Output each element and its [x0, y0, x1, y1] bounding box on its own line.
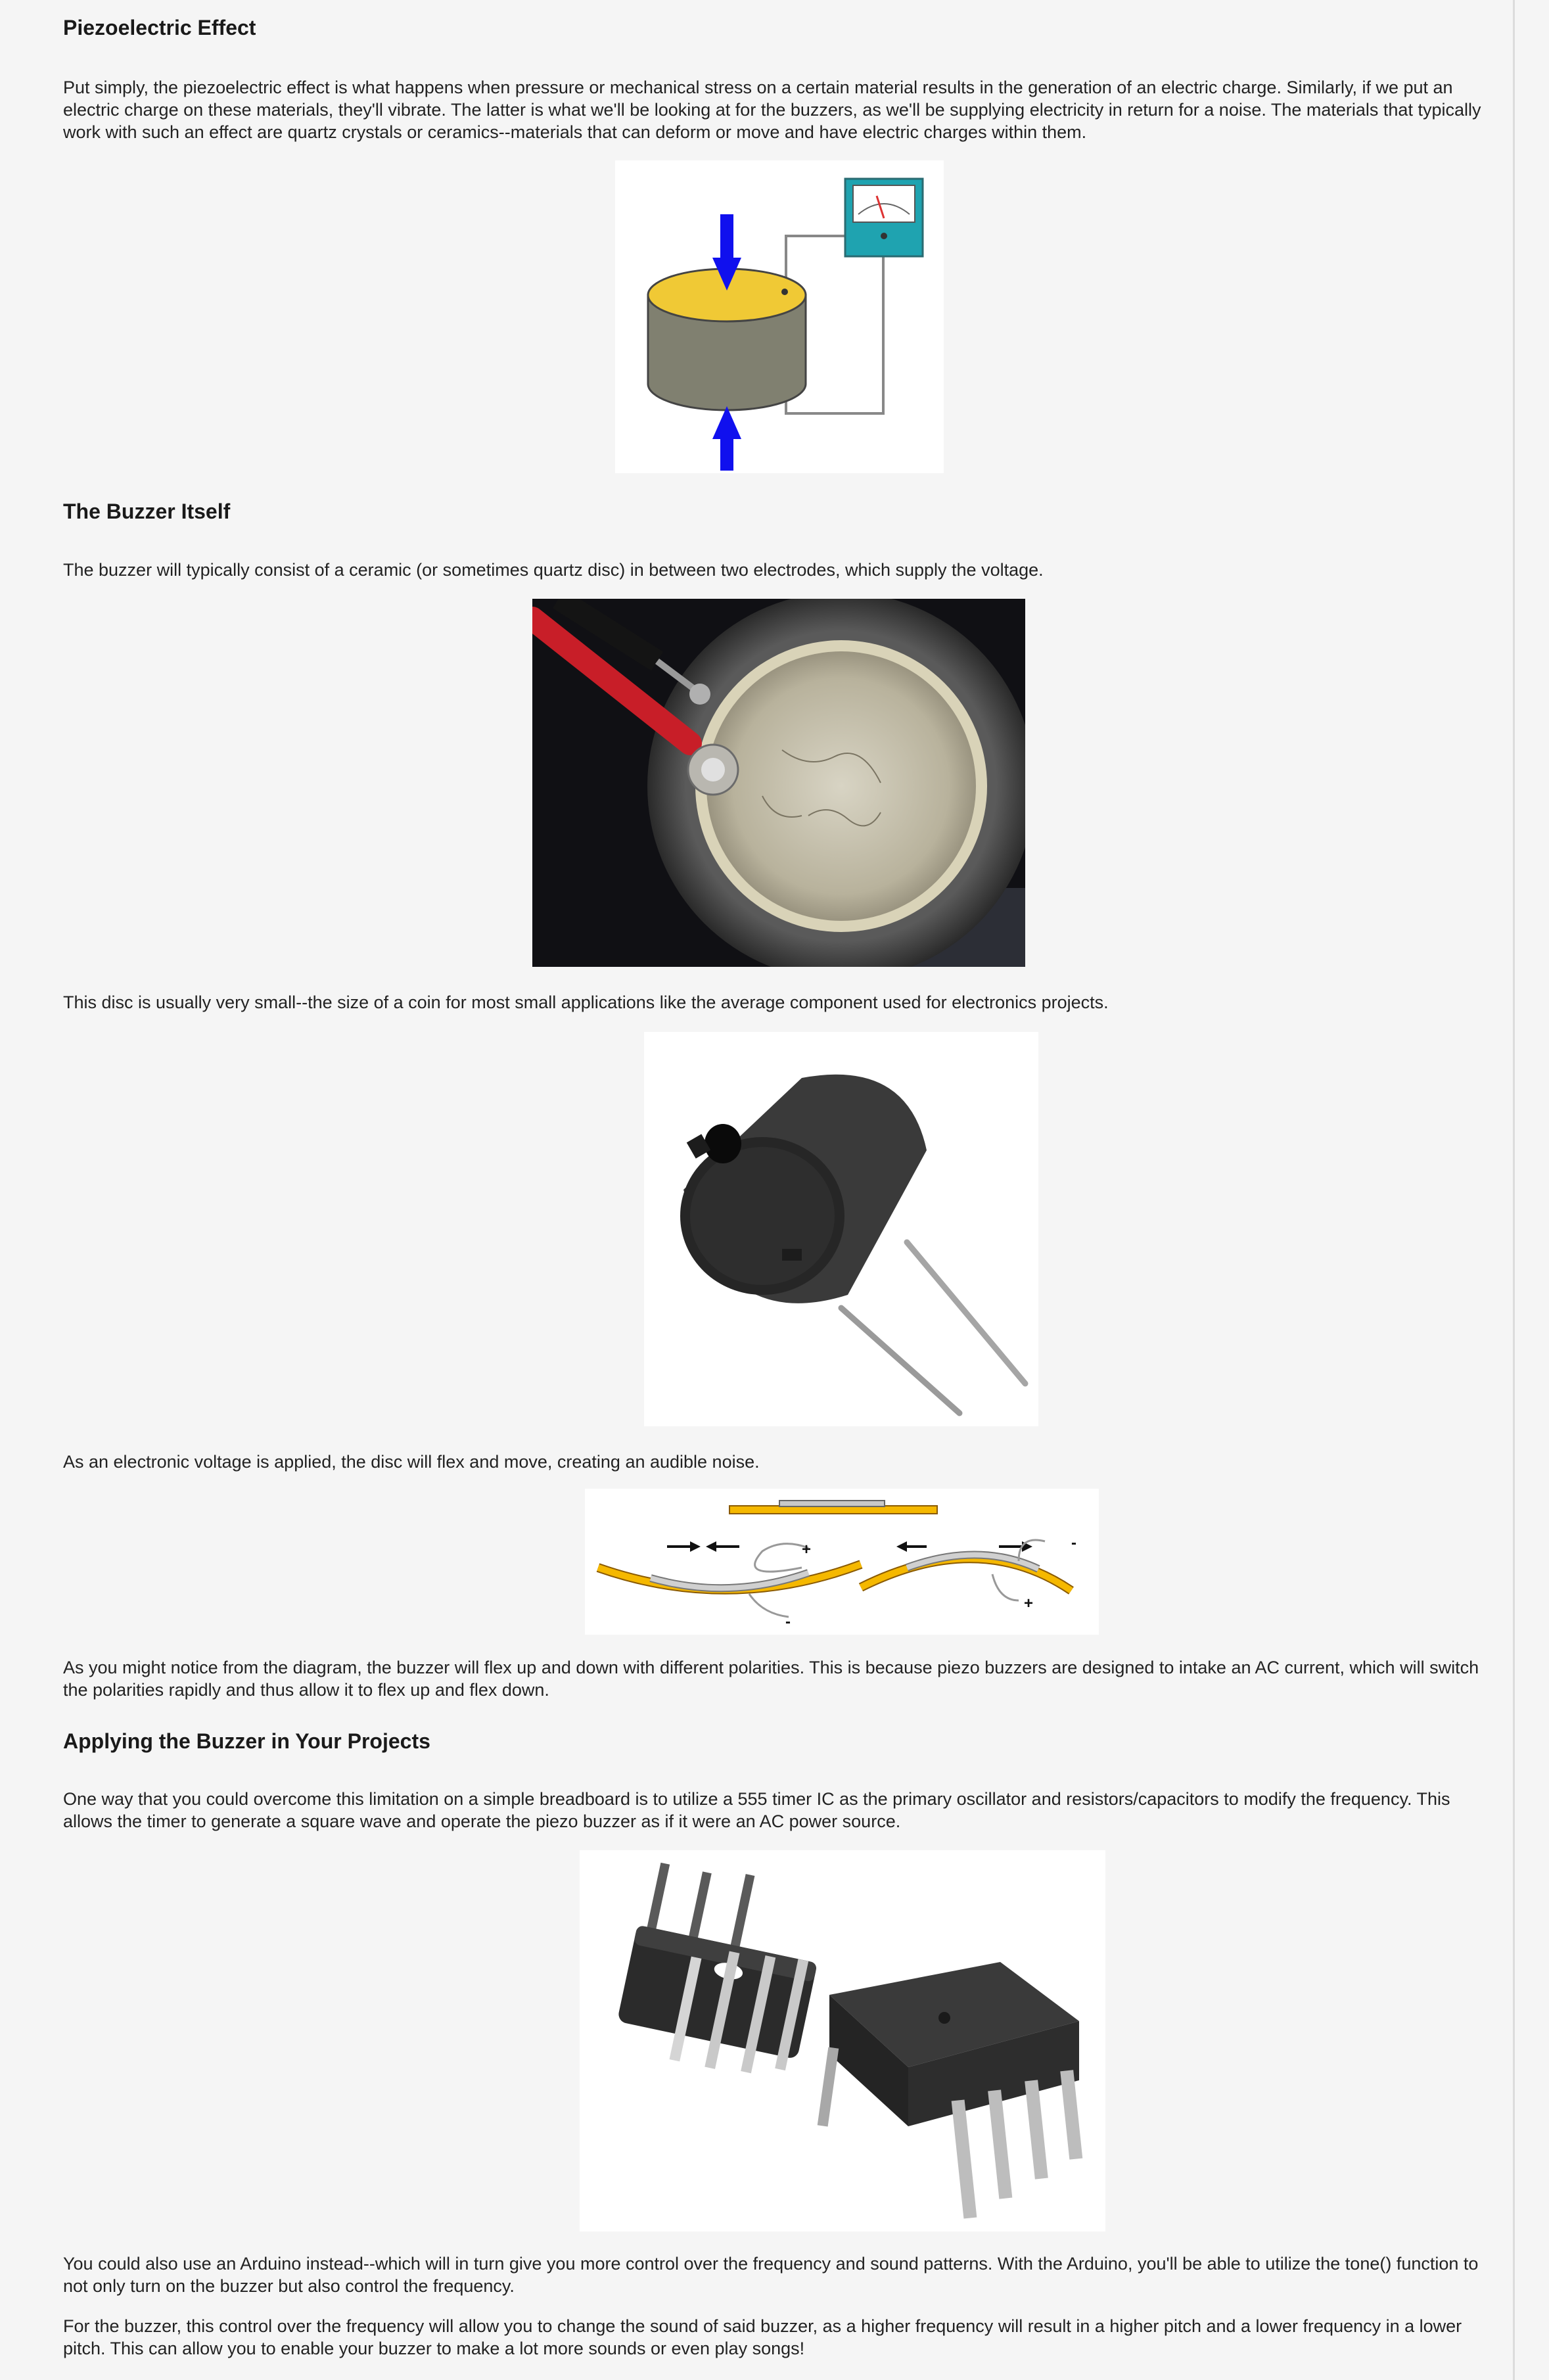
scrollbar-track[interactable] [1513, 0, 1549, 2380]
paragraph-applying-1: One way that you could overcome this lim… [63, 1789, 1450, 1831]
flex-diagram-minus-right: - [1071, 1534, 1076, 1552]
piezo-disc-photo [532, 599, 1025, 967]
buzzer-component-photo [644, 1032, 1038, 1426]
piezo-effect-diagram [615, 160, 944, 473]
paragraph-buzzer-1: The buzzer will typically consist of a c… [63, 560, 1044, 580]
flex-diagram-plus-left: + [802, 1541, 811, 1558]
heading-piezoelectric-effect: Piezoelectric Effect [63, 16, 256, 39]
paragraph-buzzer-4: As you might notice from the diagram, th… [63, 1658, 1479, 1700]
flex-diagram-plus-right: + [1024, 1595, 1033, 1612]
paragraph-applying-3: For the buzzer, this control over the fr… [63, 2316, 1462, 2358]
paragraph-applying-2: You could also use an Arduino instead--w… [63, 2254, 1479, 2296]
heading-buzzer-itself: The Buzzer Itself [63, 500, 231, 523]
paragraph-buzzer-2: This disc is usually very small--the siz… [63, 992, 1109, 1012]
buzzer-flex-diagram: + - - + [585, 1489, 1099, 1635]
paragraph-piezo-intro: Put simply, the piezoelectric effect is … [63, 78, 1481, 142]
timer-ic-photo [580, 1850, 1105, 2231]
flex-diagram-minus-left: - [785, 1613, 791, 1631]
heading-applying-buzzer: Applying the Buzzer in Your Projects [63, 1729, 430, 1753]
paragraph-buzzer-3: As an electronic voltage is applied, the… [63, 1452, 760, 1472]
